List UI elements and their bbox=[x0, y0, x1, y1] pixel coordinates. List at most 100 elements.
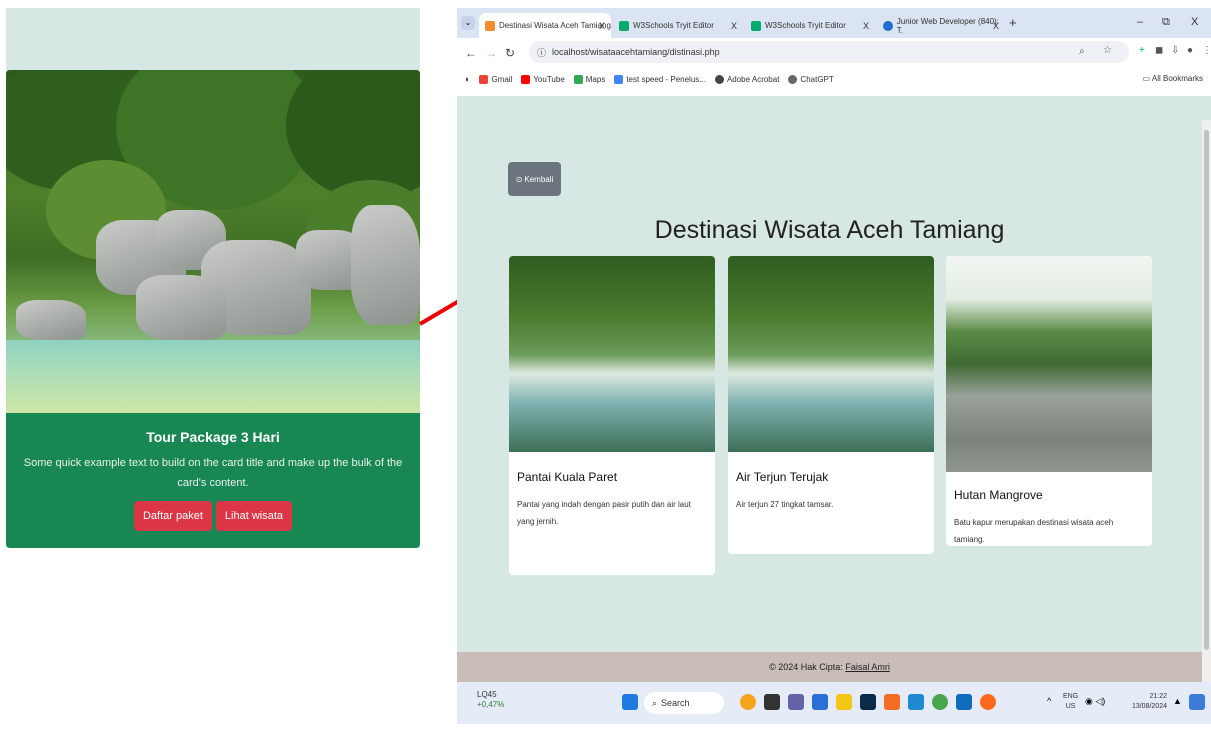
stock-widget[interactable]: LQ45 +0,47% bbox=[477, 690, 504, 710]
close-window-button[interactable]: X bbox=[1191, 16, 1198, 28]
bookmark-star-icon[interactable]: ☆ bbox=[1103, 45, 1112, 56]
task-view-icon[interactable] bbox=[764, 694, 780, 710]
vscode-icon[interactable] bbox=[908, 694, 924, 710]
bookmark-chatgpt[interactable]: ChatGPT bbox=[788, 74, 834, 84]
xampp-icon[interactable] bbox=[884, 694, 900, 710]
google-icon bbox=[614, 74, 624, 84]
zoomed-card-panel: Tour Package 3 Hari Some quick example t… bbox=[6, 8, 420, 548]
tab-label: Junior Web Developer (840): T. bbox=[896, 16, 999, 35]
w3schools-icon bbox=[619, 20, 629, 31]
youtube-icon bbox=[521, 74, 531, 84]
page-footer: © 2024 Hak Cipta: Faisal Amri bbox=[457, 652, 1202, 682]
destination-card: Air Terjun Terujak Air terjun 27 tingkat… bbox=[728, 256, 934, 554]
close-tab-icon[interactable]: X bbox=[731, 21, 737, 31]
browser-toolbar: ← → ↻ ⓘ localhost/wisataacehtamiang/dist… bbox=[457, 38, 1211, 96]
outlook-icon[interactable] bbox=[956, 694, 972, 710]
extension-icon[interactable]: ◼ bbox=[1155, 45, 1163, 56]
card-title: Tour Package 3 Hari bbox=[146, 429, 280, 445]
tab-label: W3Schools Tryit Editor bbox=[765, 21, 846, 30]
tab-destinasi[interactable]: Destinasi Wisata Aceh Tamiang X bbox=[479, 13, 611, 38]
tab-junior-web[interactable]: Junior Web Developer (840): T. X bbox=[877, 13, 1005, 38]
globe-icon bbox=[714, 74, 724, 84]
lihat-wisata-button[interactable]: Lihat wisata bbox=[215, 501, 292, 531]
minimize-button[interactable]: – bbox=[1137, 16, 1143, 28]
chatgpt-icon bbox=[788, 74, 798, 84]
close-tab-icon[interactable]: X bbox=[863, 21, 869, 31]
chrome-icon[interactable] bbox=[932, 694, 948, 710]
scrollbar-thumb[interactable] bbox=[1204, 130, 1209, 650]
store-icon[interactable] bbox=[812, 694, 828, 710]
language-indicator[interactable]: ENG US bbox=[1063, 692, 1078, 712]
clock[interactable]: 21:22 13/08/2024 bbox=[1132, 692, 1167, 712]
close-tab-icon[interactable]: X bbox=[599, 21, 605, 31]
kembali-button[interactable]: ⊙ Kembali bbox=[508, 162, 561, 196]
tour-package-card: Tour Package 3 Hari Some quick example t… bbox=[6, 70, 420, 548]
close-tab-icon[interactable]: X bbox=[993, 21, 999, 31]
profile-avatar-icon[interactable]: ● bbox=[1187, 45, 1193, 56]
windows-start-icon[interactable] bbox=[622, 694, 638, 710]
windows-taskbar: LQ45 +0,47% ⌕ Search ^ ENG US ◉ ◁) 21:22… bbox=[457, 682, 1211, 724]
notification-icon[interactable]: ▲ bbox=[1173, 696, 1182, 706]
back-arrow-icon[interactable]: ← bbox=[465, 46, 477, 60]
edge-icon bbox=[883, 20, 893, 31]
weather-app-icon[interactable] bbox=[740, 694, 756, 710]
forward-arrow-icon[interactable]: → bbox=[485, 46, 497, 60]
gmail-icon bbox=[479, 74, 489, 84]
stock-change: +0,47% bbox=[477, 700, 505, 709]
tab-label: Destinasi Wisata Aceh Tamiang bbox=[499, 21, 611, 30]
stock-label: LQ45 bbox=[477, 690, 497, 699]
copilot-icon[interactable] bbox=[1189, 694, 1205, 710]
search-icon: ⌕ bbox=[652, 697, 658, 708]
card-title: Hutan Mangrove bbox=[954, 488, 1043, 502]
tab-bar: ⌄ Destinasi Wisata Aceh Tamiang X W3Scho… bbox=[457, 8, 1211, 38]
site-favicon-icon bbox=[485, 20, 495, 31]
maximize-button[interactable]: ⧉ bbox=[1162, 16, 1170, 29]
apps-icon[interactable]: ◐ bbox=[465, 74, 470, 84]
card-body: Tour Package 3 Hari Some quick example t… bbox=[6, 413, 420, 548]
site-info-icon[interactable]: ⓘ bbox=[537, 46, 546, 59]
browser-window: ⌄ Destinasi Wisata Aceh Tamiang X W3Scho… bbox=[457, 8, 1211, 724]
card-title: Pantai Kuala Paret bbox=[517, 470, 618, 484]
page-viewport: ⊙ Kembali Destinasi Wisata Aceh Tamiang … bbox=[457, 120, 1202, 652]
bookmarks-bar: ◐ Gmail YouTube Maps test speed - Penelu… bbox=[457, 66, 1211, 92]
file-explorer-icon[interactable] bbox=[836, 694, 852, 710]
menu-icon[interactable]: ⋮ bbox=[1202, 45, 1211, 56]
page-title: Destinasi Wisata Aceh Tamiang bbox=[654, 216, 1005, 244]
bookmark-youtube[interactable]: YouTube bbox=[521, 74, 565, 84]
card-text: Some quick example text to build on the … bbox=[23, 457, 403, 489]
tab-search-icon[interactable]: ⌄ bbox=[461, 16, 475, 30]
downloads-icon[interactable]: ⇩ bbox=[1171, 45, 1179, 56]
maps-icon bbox=[573, 74, 583, 84]
back-circle-icon: ⊙ bbox=[515, 174, 523, 184]
bookmark-test-speed[interactable]: test speed - Penelus... bbox=[614, 74, 706, 84]
tray-chevron-icon[interactable]: ^ bbox=[1047, 696, 1051, 706]
scrollbar[interactable] bbox=[1202, 120, 1211, 682]
bookmark-maps[interactable]: Maps bbox=[573, 74, 605, 84]
media-player-icon[interactable] bbox=[980, 694, 996, 710]
card-image bbox=[728, 256, 934, 452]
zoom-icon[interactable]: ⌕ bbox=[1079, 46, 1085, 57]
daftar-paket-button[interactable]: Daftar paket bbox=[133, 501, 212, 531]
card-buttons: Daftar paket Lihat wisata bbox=[6, 501, 420, 531]
teams-icon[interactable] bbox=[788, 694, 804, 710]
address-bar[interactable]: ⓘ localhost/wisataacehtamiang/distinasi.… bbox=[529, 41, 1129, 63]
reload-icon[interactable]: ↻ bbox=[505, 46, 515, 60]
copyright-text: © 2024 Hak Cipta: bbox=[769, 662, 843, 672]
card-text: Air terjun 27 tingkat tamsar. bbox=[736, 500, 834, 509]
bookmark-adobe-acrobat[interactable]: Adobe Acrobat bbox=[714, 74, 779, 84]
card-image bbox=[946, 256, 1152, 472]
taskbar-search[interactable]: ⌕ Search bbox=[644, 692, 724, 714]
new-tab-button[interactable]: + bbox=[1009, 15, 1017, 30]
wifi-icon[interactable]: ◉ ◁) bbox=[1085, 696, 1105, 707]
tab-label: W3Schools Tryit Editor bbox=[633, 21, 714, 30]
card-text: Pantai yang indah dengan pasir putih dan… bbox=[517, 500, 691, 526]
extension-icon[interactable]: + bbox=[1139, 45, 1145, 56]
bookmark-gmail[interactable]: Gmail bbox=[479, 74, 512, 84]
author-link[interactable]: Faisal Amri bbox=[845, 662, 890, 672]
tab-w3schools-2[interactable]: W3Schools Tryit Editor X bbox=[745, 13, 875, 38]
card-text: Batu kapur merupakan destinasi wisata ac… bbox=[954, 518, 1114, 544]
destination-card: Pantai Kuala Paret Pantai yang indah den… bbox=[509, 256, 715, 575]
photoshop-icon[interactable] bbox=[860, 694, 876, 710]
tab-w3schools-1[interactable]: W3Schools Tryit Editor X bbox=[613, 13, 743, 38]
all-bookmarks-button[interactable]: ▭ All Bookmarks bbox=[1143, 74, 1203, 83]
